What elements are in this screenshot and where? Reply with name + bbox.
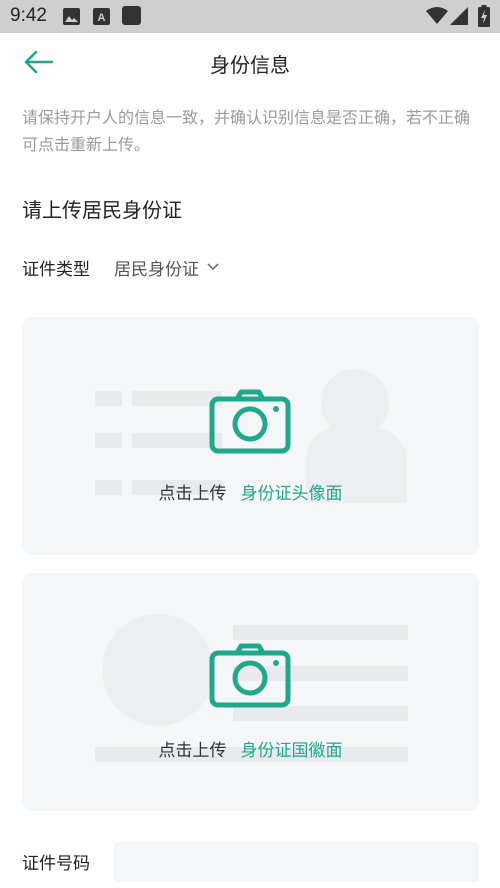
id-number-label: 证件号码 [22,854,90,874]
upload-front-side: 身份证头像面 [240,484,343,504]
doc-type-label: 证件类型 [22,260,90,280]
signal-icon [450,7,468,25]
upload-back-side: 身份证国徽面 [240,741,343,761]
page-title: 身份信息 [210,53,290,77]
notice-text: 请保持开户人的信息一致，并确认识别信息是否正确，若不正确可点击重新上传。 [22,108,471,154]
a-notification-icon: A [93,8,110,25]
upload-front-prefix: 点击上传 [158,484,227,504]
upload-front-text: 点击上传 身份证头像面 [22,479,479,504]
section-title: 请上传居民身份证 [22,198,182,222]
battery-icon [478,5,490,27]
status-time: 9:42 [10,5,47,26]
wifi-icon [426,7,448,24]
upload-back-text: 点击上传 身份证国徽面 [22,736,479,761]
camera-icon [209,643,291,708]
upload-id-back-card[interactable]: 点击上传 身份证国徽面 [22,573,479,811]
camera-icon [209,389,291,454]
upload-back-prefix: 点击上传 [158,741,227,761]
chevron-down-icon [207,262,219,270]
doc-type-value: 居民身份证 [114,260,199,280]
id-number-input[interactable] [114,842,479,882]
square-icon [122,6,141,25]
doc-type-select[interactable]: 居民身份证 [114,255,219,280]
photo-icon [63,8,80,25]
status-bar: 9:42 A [0,0,500,33]
svg-text:A: A [98,12,106,24]
header: 身份信息 [0,33,500,91]
upload-id-front-card[interactable]: 点击上传 身份证头像面 [22,317,479,555]
